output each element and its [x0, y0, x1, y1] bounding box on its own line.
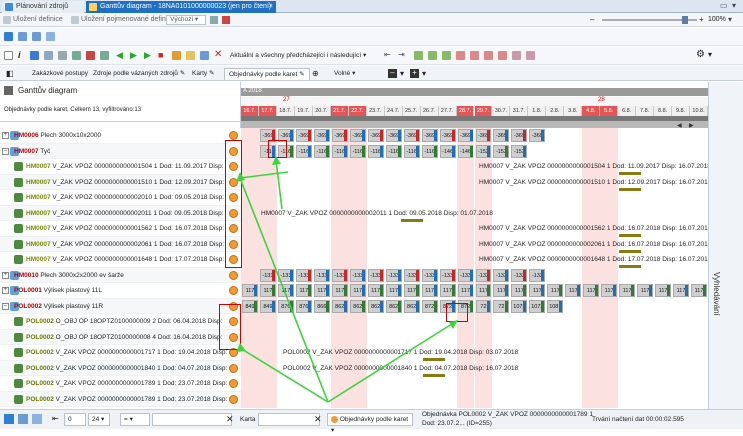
page-input[interactable]: 0 — [64, 413, 86, 426]
list-icon[interactable] — [32, 414, 42, 424]
page-size-value: 24 — [92, 416, 100, 423]
selection-info-detail: Dod: 23.07.2... (ID=255) — [422, 420, 492, 427]
view-value: Objednávky podle karet — [339, 416, 409, 423]
operator-value: = — [124, 416, 128, 423]
annotation-arrows — [236, 156, 458, 403]
selection-info: Objednávka POL0002 V_ZAK VPOZ 0000000000… — [422, 411, 593, 418]
load-time: Trvání načtení dat 00:00:02.595 — [592, 416, 684, 423]
view-icon[interactable] — [4, 414, 14, 424]
grid-icon[interactable] — [18, 414, 28, 424]
view-select[interactable]: Objednávky podle karet ▾ — [327, 413, 413, 434]
close-icon[interactable]: ✕ — [226, 414, 234, 425]
close-icon[interactable]: ✕ — [314, 414, 322, 425]
status-bar: ⇤ 0 24 ▾ = ▾ ✕ Karta ✕ Objednávky podle … — [0, 409, 743, 434]
karta-label: Karta — [240, 416, 256, 423]
operator-select[interactable]: = ▾ — [120, 413, 150, 426]
first-page-icon[interactable]: ⇤ — [52, 414, 59, 423]
order-icon — [331, 415, 338, 423]
filter-value-input[interactable] — [152, 413, 232, 426]
karta-input[interactable] — [258, 413, 320, 426]
page-size-select[interactable]: 24 ▾ — [88, 413, 110, 426]
